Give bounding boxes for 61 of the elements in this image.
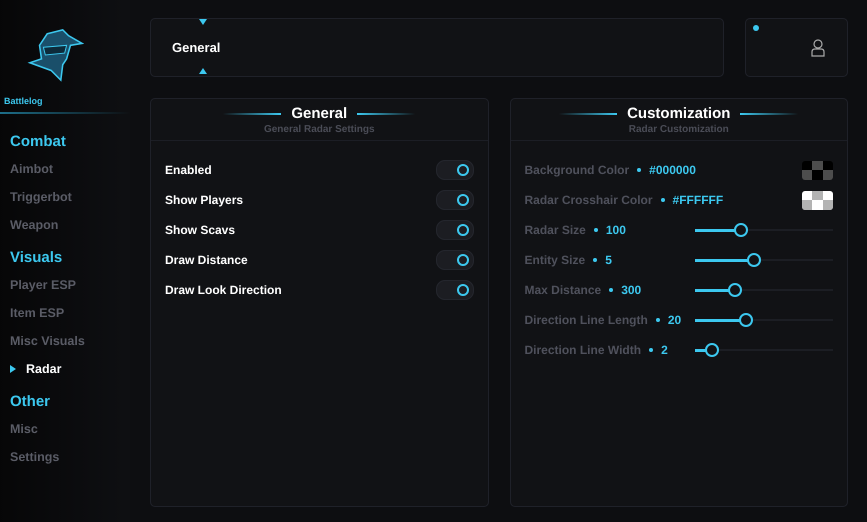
nav-item[interactable]: Aimbot: [0, 156, 130, 184]
nav-item[interactable]: Misc: [0, 416, 130, 444]
down-triangle-icon: [199, 19, 207, 25]
tab-selector[interactable]: General: [150, 18, 724, 77]
nav-section-heading: Combat: [9, 132, 67, 152]
color-swatch[interactable]: [802, 190, 833, 210]
bullet-icon: [609, 288, 614, 292]
bullet-icon: [637, 168, 642, 172]
nav-item[interactable]: Player ESP: [0, 272, 130, 300]
setting-value: 100: [606, 223, 626, 237]
setting-label: Radar Crosshair Color: [524, 193, 653, 207]
setting-label: Enabled: [165, 163, 213, 177]
knight-logo-icon: [26, 26, 84, 84]
bullet-icon: [649, 348, 654, 352]
setting-label: Direction Line Width: [524, 343, 642, 357]
setting-value: #000000: [649, 163, 696, 177]
toggle-switch[interactable]: [436, 280, 474, 300]
nav-item[interactable]: Triggerbot: [0, 184, 130, 212]
nav-item[interactable]: Radar: [0, 356, 130, 384]
panel-title: General: [291, 105, 348, 122]
setting-label: Entity Size: [524, 253, 586, 267]
bullet-icon: [660, 198, 665, 202]
nav-item[interactable]: Settings: [0, 444, 130, 472]
bullet-icon: [656, 318, 660, 322]
caret-icon: [10, 365, 16, 373]
slider-thumb[interactable]: [747, 253, 762, 267]
toggle-switch[interactable]: [436, 250, 474, 270]
setting-label: Direction Line Length: [524, 313, 648, 327]
panel-subtitle: General Radar Settings: [264, 124, 375, 135]
slider-thumb[interactable]: [739, 313, 754, 327]
slider-thumb[interactable]: [728, 283, 742, 297]
up-triangle-icon: [199, 68, 207, 74]
nav-item[interactable]: Misc Visuals: [0, 328, 130, 356]
bullet-icon: [594, 228, 598, 232]
nav-item[interactable]: Item ESP: [0, 300, 130, 328]
setting-label: Show Scavs: [165, 223, 236, 237]
slider-thumb[interactable]: [704, 343, 719, 357]
slider-thumb[interactable]: [734, 223, 748, 237]
setting-label: Draw Distance: [165, 253, 249, 267]
toggle-switch[interactable]: [436, 190, 474, 210]
toggle-switch[interactable]: [436, 160, 474, 180]
panel-subtitle: Radar Customization: [628, 124, 729, 135]
setting-label: Radar Size: [524, 223, 586, 237]
setting-value: 5: [605, 253, 612, 267]
setting-value: #FFFFFF: [672, 193, 724, 207]
nav-section-heading: Other: [9, 392, 52, 412]
bullet-icon: [593, 258, 598, 262]
nav-item[interactable]: Weapon: [0, 212, 130, 240]
brand-name: Battlelog: [3, 96, 44, 106]
setting-value: 2: [661, 343, 668, 357]
setting-label: Draw Look Direction: [165, 283, 283, 297]
setting-label: Background Color: [524, 163, 630, 177]
user-icon: [811, 38, 825, 56]
setting-label: Show Players: [165, 193, 244, 207]
panel-title: Customization: [627, 105, 730, 122]
setting-value: 20: [668, 313, 682, 327]
setting-value: 300: [621, 283, 642, 297]
setting-label: Max Distance: [524, 283, 602, 297]
nav-section-heading: Visuals: [9, 248, 64, 268]
toggle-switch[interactable]: [436, 220, 474, 240]
color-swatch[interactable]: [802, 160, 833, 180]
